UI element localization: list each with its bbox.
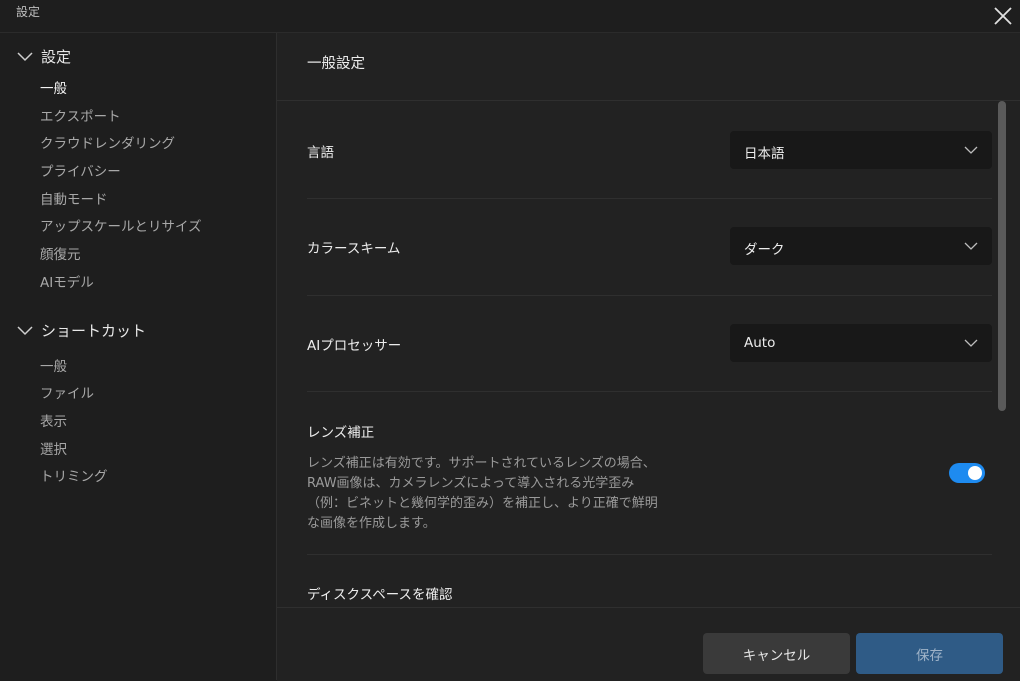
sidebar-item-shortcut-view[interactable]: 表示 [40, 410, 67, 430]
scrollbar-thumb[interactable] [998, 101, 1006, 411]
sidebar-item-upscale-resize[interactable]: アップスケールとリサイズ [40, 215, 202, 235]
divider [307, 554, 992, 555]
lens-correction-toggle[interactable] [949, 463, 985, 483]
cancel-button[interactable]: キャンセル [703, 633, 850, 674]
description-line: RAW画像は、カメラレンズによって導入される光学歪み [307, 476, 635, 491]
sidebar-item-general[interactable]: 一般 [40, 77, 67, 97]
language-select[interactable]: 日本語 [730, 131, 992, 169]
ai-processor-label: AIプロセッサー [307, 338, 402, 354]
chevron-down-icon [964, 242, 978, 250]
sidebar-item-cloud-rendering[interactable]: クラウドレンダリング [40, 132, 175, 152]
sidebar-item-shortcut-general[interactable]: 一般 [40, 355, 67, 375]
chevron-down-icon [964, 339, 978, 347]
close-button[interactable] [990, 3, 1016, 29]
language-value: 日本語 [744, 146, 785, 162]
chevron-down-icon [17, 51, 33, 61]
sidebar-item-shortcut-select[interactable]: 選択 [40, 438, 67, 458]
description-line: （例：ビネットと幾何学的歪み）を補正し、より正確で鮮明 [307, 496, 658, 511]
divider [307, 295, 992, 296]
ai-processor-select[interactable]: Auto [730, 324, 992, 362]
close-icon [994, 7, 1012, 25]
settings-panel: 一般設定 言語 日本語 カラースキーム ダーク AIプロセッサー Auto レン… [277, 33, 1020, 681]
language-label: 言語 [307, 145, 334, 161]
sidebar-item-privacy[interactable]: プライバシー [40, 160, 121, 180]
color-scheme-select[interactable]: ダーク [730, 227, 992, 265]
sidebar-item-shortcut-file[interactable]: ファイル [40, 382, 94, 402]
chevron-down-icon [964, 146, 978, 154]
window-title: 設定 [16, 5, 41, 19]
description-line: な画像を作成します。 [307, 516, 436, 531]
sidebar-group-shortcuts[interactable]: ショートカット [16, 320, 146, 341]
title-bar: 設定 [0, 0, 1020, 33]
dialog-footer: キャンセル 保存 [277, 607, 1020, 681]
page-title: 一般設定 [307, 56, 365, 72]
sidebar-group-label: 設定 [41, 48, 72, 66]
chevron-down-icon [17, 325, 33, 335]
divider [307, 198, 992, 199]
sidebar-item-face-recovery[interactable]: 顔復元 [40, 243, 81, 263]
sidebar-item-ai-models[interactable]: AIモデル [40, 271, 94, 291]
lens-correction-description: レンズ補正は有効です。サポートされているレンズの場合、 RAW画像は、カメラレン… [307, 454, 687, 534]
ai-processor-value: Auto [744, 335, 776, 351]
description-line: レンズ補正は有効です。サポートされているレンズの場合、 [307, 456, 656, 471]
panel-header: 一般設定 [277, 33, 1020, 101]
sidebar-item-export[interactable]: エクスポート [40, 105, 121, 125]
sidebar-item-shortcut-crop[interactable]: トリミング [40, 465, 108, 485]
sidebar: 設定 一般 エクスポート クラウドレンダリング プライバシー 自動モード アップ… [0, 33, 277, 680]
disk-space-label: ディスクスペースを確認 [307, 587, 453, 603]
sidebar-group-label: ショートカット [41, 322, 147, 340]
save-button[interactable]: 保存 [856, 633, 1003, 674]
sidebar-item-auto-mode[interactable]: 自動モード [40, 188, 108, 208]
toggle-knob [968, 466, 982, 480]
sidebar-group-settings[interactable]: 設定 [16, 46, 71, 67]
lens-correction-label: レンズ補正 [307, 425, 375, 441]
color-scheme-value: ダーク [744, 242, 785, 258]
color-scheme-label: カラースキーム [307, 241, 401, 257]
divider [307, 391, 992, 392]
